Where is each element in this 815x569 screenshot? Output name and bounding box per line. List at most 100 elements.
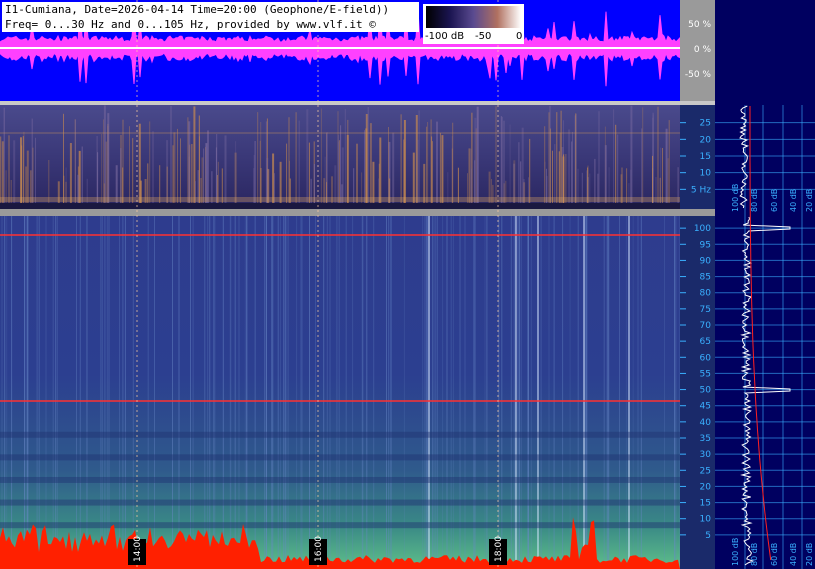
spectrum-x-label: 40 dB [789, 543, 798, 566]
spectrogram-top-streak [652, 114, 654, 205]
spectrogram-top-streak [660, 147, 662, 205]
spectrogram-bottom-streak [446, 216, 448, 569]
spectrogram-bottom-streak [56, 216, 58, 569]
spectrogram-bottom-streak [675, 216, 677, 569]
spectrogram-top-streak [642, 107, 644, 205]
bottom-tick-label: 65 [700, 337, 711, 347]
spectrogram-bottom-streak [518, 216, 520, 569]
spectrogram-bottom-streak [271, 216, 273, 569]
title-line-1: I1-Cumiana, Date=2026-04-14 Time=20:00 (… [5, 3, 390, 16]
spectrum-x-label: 100 dB [731, 184, 740, 212]
spectrogram-bottom-streak [86, 216, 88, 569]
spectrogram-bottom-streak [352, 216, 354, 569]
spectrogram-bottom-streak [619, 216, 620, 569]
spectrogram-bottom-streak [386, 216, 387, 569]
bottom-tick-label: 55 [700, 369, 711, 379]
spectrogram-bottom-streak [104, 216, 106, 569]
spectrogram-bottom-streak [6, 216, 8, 569]
spectrogram-top-streak [31, 118, 33, 205]
spectrogram-top-streak [107, 113, 110, 205]
spectrogram-bottom-streak [36, 216, 38, 569]
spectrogram-top-streak [556, 112, 558, 205]
spectrogram-bottom-streak [27, 216, 29, 569]
bottom-tick-label: 20 [700, 482, 712, 492]
spectrogram-bottom-streak [192, 216, 194, 569]
spectrogram-top-streak [337, 134, 339, 205]
colorbar-label-min: -100 dB [425, 31, 465, 42]
spectrogram-bright-streak [515, 216, 517, 569]
spectrogram-top-streak [403, 139, 405, 205]
spectrogram-bottom-streak [432, 216, 434, 569]
spectrogram-bottom-streak [264, 216, 265, 569]
spectrogram-top-streak [439, 132, 441, 205]
waveform-tick-label: 50 % [688, 20, 711, 30]
spectrogram-bottom-streak [287, 216, 289, 569]
spectrogram-top-streak [630, 105, 633, 205]
spectrogram-bottom-streak [464, 216, 466, 569]
spectrogram-top-streak [20, 137, 22, 205]
bottom-tick-label: 85 [700, 273, 711, 283]
spectrogram-bottom-streak [24, 216, 26, 569]
spectrogram-bottom-streak [373, 216, 375, 569]
spectrogram-bottom-streak [4, 216, 6, 569]
colorbar-label-max: 0 [516, 31, 523, 42]
spectrogram-bottom-streak [528, 216, 529, 569]
spectrogram-bottom-streak [323, 216, 325, 569]
spectrogram-top-streak [475, 128, 477, 205]
spectrogram-bottom-streak [246, 216, 248, 569]
spectrogram-bottom-streak [530, 216, 532, 569]
spectrogram-top-streak [441, 135, 444, 205]
spectrogram-top-streak [518, 142, 520, 205]
spectrogram-bottom-streak [38, 216, 40, 569]
spectrogram-top-streak [26, 150, 29, 205]
spectrogram-top-streak [105, 141, 107, 205]
spectrogram-bottom-streak [284, 216, 286, 569]
spectrogram-top-streak [189, 144, 191, 205]
spectrogram-bottom-streak [577, 216, 579, 569]
spectrogram-top-streak [501, 116, 503, 205]
spectrogram-bottom-streak [553, 216, 555, 569]
spectrogram-top-streak [452, 122, 454, 205]
spectrogram-bottom-streak [674, 216, 675, 569]
spectrogram-bottom-streak [244, 216, 246, 569]
spectrogram-bottom-streak [277, 216, 279, 569]
spectrum-panel-background [715, 0, 815, 569]
spectrogram-bottom-streak [309, 216, 310, 569]
spectrogram-top-panel [0, 105, 681, 209]
spectrogram-top-streak [400, 114, 402, 205]
spectrogram-bottom-streak [608, 216, 610, 569]
spectrogram-bottom-streak [283, 216, 285, 569]
spectrogram-top-streak [203, 148, 205, 205]
bottom-tick-label: 50 [700, 386, 712, 396]
spectrogram-bottom-streak [172, 216, 173, 569]
spectrogram-bottom-streak [607, 216, 609, 569]
spectrogram-top-streak [509, 124, 511, 205]
spectrogram-top-streak [172, 145, 174, 205]
spectrogram-top-streak [613, 109, 615, 205]
spectrogram-bottom-streak [213, 216, 215, 569]
spectrogram-bottom-streak [326, 216, 328, 569]
top-tick-label: 5 Hz [691, 185, 711, 195]
bottom-tick-label: 80 [700, 289, 712, 299]
spectrogram-bottom-streak [422, 216, 424, 569]
spectrogram-top-streak [575, 113, 577, 205]
spectrogram-top-streak [392, 132, 395, 205]
spectrogram-bottom-streak [366, 216, 368, 569]
spectrogram-top-streak [120, 148, 122, 205]
top-tick-label: 15 [700, 152, 711, 162]
spectrogram-top-streak [568, 129, 571, 205]
spectrogram-bottom-streak [124, 216, 126, 569]
spectrogram-top-streak [259, 140, 261, 205]
spectrogram-bottom-streak [510, 216, 512, 569]
spectrogram-bottom-streak [436, 216, 438, 569]
spectrogram-bottom-streak [403, 216, 405, 569]
spectrogram-top-streak [426, 126, 428, 205]
spectrogram-bottom-streak [119, 216, 120, 569]
spectrogram-bottom-streak [154, 216, 155, 569]
spectrogram-bright-streak [628, 216, 630, 569]
spectrogram-top-band [0, 197, 680, 202]
spectrogram-bottom-streak [513, 216, 515, 569]
spectrogram-top-streak [191, 144, 193, 205]
spectrogram-bottom-streak [45, 216, 47, 569]
bottom-tick-label: 10 [700, 515, 712, 525]
